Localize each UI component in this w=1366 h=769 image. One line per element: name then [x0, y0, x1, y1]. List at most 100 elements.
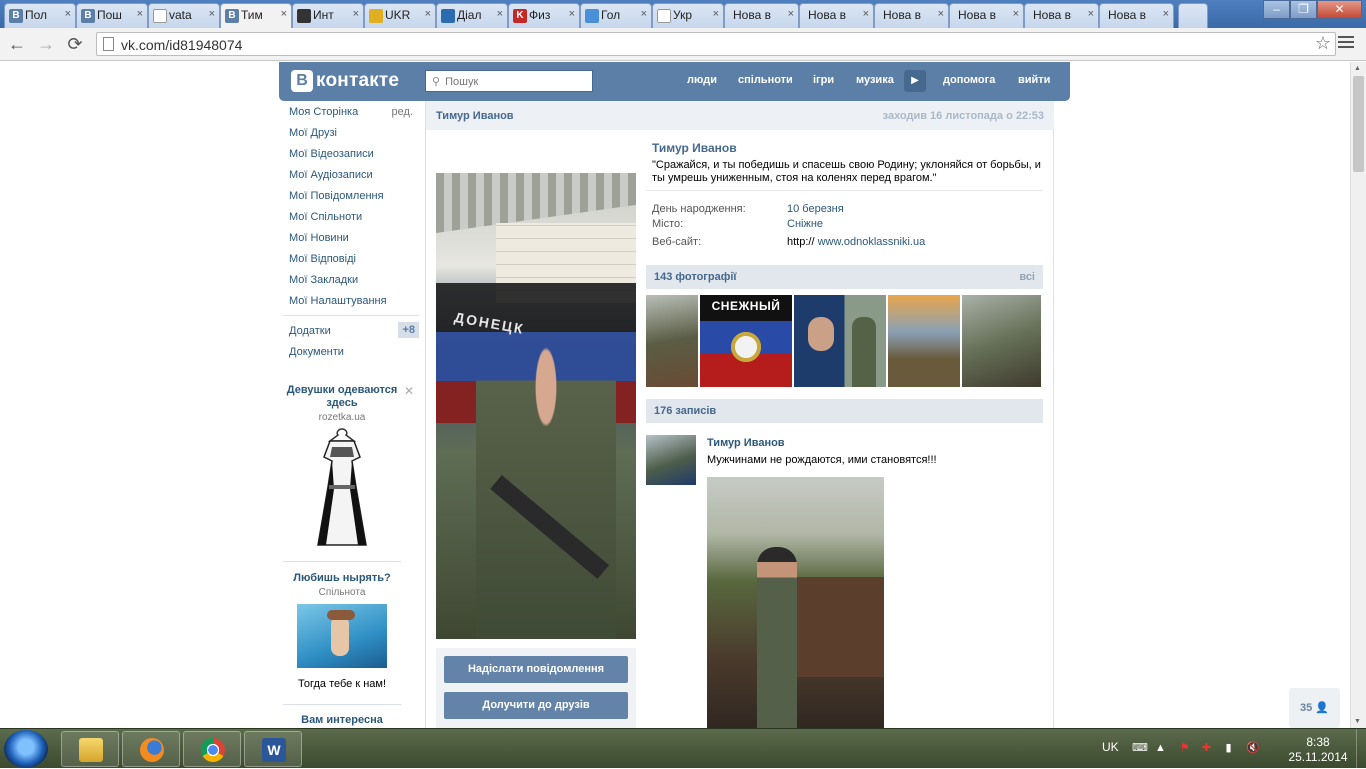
photo-thumb[interactable] [794, 295, 886, 387]
tab-close-icon[interactable]: × [1163, 8, 1169, 20]
browser-tab[interactable]: B Тим × [220, 3, 292, 29]
menu-news[interactable]: Мої Новини [279, 227, 419, 248]
clock[interactable]: 8:38 25.11.2014 [1286, 735, 1350, 765]
browser-tab[interactable]: B Пош × [76, 3, 148, 28]
nav-music[interactable]: музика [856, 74, 894, 86]
tab-close-icon[interactable]: × [938, 8, 944, 20]
flag-warning-icon[interactable]: ⚑ [1178, 742, 1191, 755]
menu-communities[interactable]: Мої Спільноти [279, 206, 419, 227]
tab-close-icon[interactable]: × [497, 8, 503, 20]
tab-close-icon[interactable]: × [425, 8, 431, 20]
chrome-icon[interactable] [183, 731, 241, 767]
menu-my-page[interactable]: Моя Сторінка ред. [279, 101, 419, 122]
photos-all-link[interactable]: всі [1019, 271, 1035, 283]
menu-audio[interactable]: Мої Аудіозаписи [279, 164, 419, 185]
scroll-down-icon[interactable]: ▼ [1354, 718, 1361, 725]
menu-bookmarks[interactable]: Мої Закладки [279, 269, 419, 290]
browser-tab[interactable]: Нова в × [1099, 3, 1174, 28]
post-photo[interactable] [707, 477, 884, 728]
browser-tab[interactable]: Нова в × [799, 3, 874, 28]
menu-settings[interactable]: Мої Налаштування [279, 290, 419, 311]
photo-thumb[interactable] [962, 295, 1041, 387]
page-scrollbar[interactable]: ▲ ▼ [1350, 62, 1366, 728]
language-indicator[interactable]: UK [1102, 740, 1119, 754]
tab-close-icon[interactable]: × [1013, 8, 1019, 20]
scroll-up-icon[interactable]: ▲ [1354, 65, 1361, 72]
search-input[interactable]: ⚲ Пошук [425, 70, 593, 92]
minimize-button[interactable]: – [1263, 0, 1290, 19]
browser-tab[interactable]: Діал × [436, 3, 508, 28]
firefox-icon[interactable] [122, 731, 180, 767]
nav-games[interactable]: ігри [813, 74, 834, 86]
forward-icon[interactable]: → [35, 34, 57, 54]
browser-tab[interactable]: Инт × [292, 3, 364, 28]
tab-close-icon[interactable]: × [569, 8, 575, 20]
photo-thumb[interactable] [646, 295, 698, 387]
tab-close-icon[interactable]: × [788, 8, 794, 20]
security-icon[interactable]: ✚ [1200, 742, 1213, 755]
keyboard-icon[interactable]: ⌨ [1132, 742, 1148, 755]
nav-logout[interactable]: вийти [1018, 74, 1050, 86]
browser-tab[interactable]: Гол × [580, 3, 652, 28]
browser-tab[interactable]: Укр × [652, 3, 724, 28]
nav-help[interactable]: допомога [943, 74, 995, 86]
photos-bar[interactable]: 143 фотографії всі [646, 265, 1043, 289]
browser-tab[interactable]: vata × [148, 3, 220, 28]
post-author-avatar[interactable] [646, 435, 696, 485]
browser-tab[interactable]: Нова в × [949, 3, 1024, 28]
browser-tab[interactable]: K Физ × [508, 3, 580, 28]
reload-icon[interactable]: ⟳ [64, 34, 86, 54]
address-bar[interactable]: vk.com/id81948074 ☆ [96, 32, 1336, 56]
tab-close-icon[interactable]: × [353, 8, 359, 20]
nav-communities[interactable]: спільноти [738, 74, 793, 86]
browser-tab[interactable]: B Пол × [4, 3, 76, 28]
photo-thumb[interactable] [888, 295, 960, 387]
profile-avatar[interactable]: ДОНЕЦК [436, 173, 636, 639]
menu-documents[interactable]: Документи [279, 341, 419, 362]
tab-close-icon[interactable]: × [209, 8, 215, 20]
send-message-button[interactable]: Надіслати повідомлення [444, 656, 628, 683]
birthday-value[interactable]: 10 березня [787, 203, 844, 215]
maximize-button[interactable]: ❐ [1290, 0, 1317, 19]
menu-replies[interactable]: Мої Відповіді [279, 248, 419, 269]
menu-videos[interactable]: Мої Відеозаписи [279, 143, 419, 164]
ad-block-dress[interactable]: Девушки одеваются здесь rozetka.ua [283, 384, 401, 552]
browser-tab[interactable]: Нова в × [874, 3, 949, 28]
website-link[interactable]: www.odnoklassniki.ua [818, 236, 926, 248]
vk-logo[interactable]: В контакте [291, 70, 399, 92]
post-author-name[interactable]: Тимур Иванов [707, 437, 785, 449]
tab-close-icon[interactable]: × [137, 8, 143, 20]
scrollbar-thumb[interactable] [1353, 76, 1364, 172]
browser-tab[interactable]: UKR × [364, 3, 436, 28]
menu-messages[interactable]: Мої Повідомлення [279, 185, 419, 206]
online-friends-counter[interactable]: 35 👤 [1289, 688, 1340, 728]
nav-people[interactable]: люди [687, 74, 717, 86]
bookmark-star-icon[interactable]: ☆ [1315, 33, 1331, 54]
tab-close-icon[interactable]: × [641, 8, 647, 20]
menu-friends[interactable]: Мої Друзі [279, 122, 419, 143]
tab-close-icon[interactable]: × [1088, 8, 1094, 20]
explorer-icon[interactable] [61, 731, 119, 767]
edit-link[interactable]: ред. [392, 106, 413, 118]
tray-arrow-icon[interactable]: ▲ [1154, 742, 1167, 755]
volume-icon[interactable]: 🔇 [1246, 742, 1260, 755]
play-icon[interactable]: ▶ [904, 70, 926, 92]
ad-block-more[interactable]: Вам интересна [283, 714, 401, 727]
close-ad-icon[interactable]: ✕ [404, 384, 414, 398]
menu-apps[interactable]: Додатки +8 [279, 320, 419, 341]
browser-tab[interactable]: Нова в × [724, 3, 799, 28]
chrome-menu-icon[interactable] [1338, 36, 1354, 51]
back-icon[interactable]: ← [6, 34, 28, 54]
start-button[interactable] [4, 730, 48, 768]
browser-tab[interactable]: Нова в × [1024, 3, 1099, 28]
photo-thumb[interactable]: СНЕЖНЫЙ [700, 295, 792, 387]
show-desktop-button[interactable] [1356, 729, 1366, 769]
close-window-button[interactable]: ✕ [1317, 0, 1362, 19]
tab-close-icon[interactable]: × [281, 8, 287, 20]
tab-close-icon[interactable]: × [863, 8, 869, 20]
word-icon[interactable]: W [244, 731, 302, 767]
add-friend-button[interactable]: Долучити до друзів [444, 692, 628, 719]
new-tab-button[interactable] [1178, 3, 1208, 28]
tab-close-icon[interactable]: × [65, 8, 71, 20]
city-value[interactable]: Сніжне [787, 218, 823, 230]
